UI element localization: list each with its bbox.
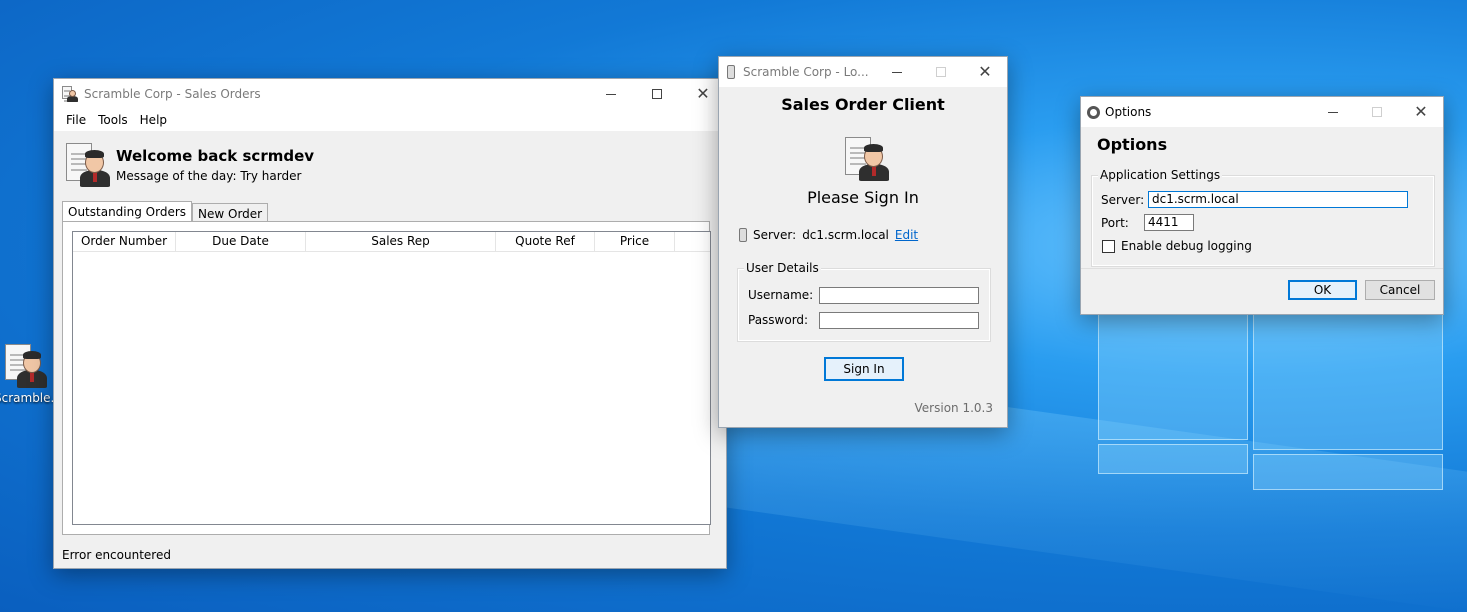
app-icon — [1, 342, 47, 388]
column-header[interactable]: Order Number — [73, 232, 176, 251]
password-label: Password: — [748, 313, 809, 327]
version-label: Version 1.0.3 — [914, 401, 993, 415]
tab-panel: Order Number Due Date Sales Rep Quote Re… — [62, 221, 711, 535]
column-header[interactable]: Due Date — [176, 232, 306, 251]
app-icon — [62, 86, 78, 102]
tab-strip: Outstanding Orders New Order — [62, 201, 269, 223]
desktop-shortcut[interactable]: Scramble... — [0, 342, 62, 405]
server-icon — [739, 228, 747, 242]
wallpaper-logo-pane — [1098, 444, 1248, 474]
group-title: User Details — [744, 261, 821, 275]
port-input[interactable]: 4411 — [1144, 214, 1194, 231]
minimize-icon — [1328, 111, 1338, 113]
message-of-the-day: Message of the day: Try harder — [116, 169, 302, 183]
window-title: Scramble Corp - Sales Orders — [84, 87, 261, 101]
server-row: Server: dc1.scrm.local Edit — [739, 228, 918, 242]
password-input[interactable] — [819, 312, 979, 329]
menu-bar: File Tools Help — [54, 109, 726, 131]
maximize-button — [919, 57, 963, 87]
debug-logging-checkbox[interactable] — [1102, 240, 1115, 253]
server-label: Server: — [753, 228, 797, 242]
options-footer: OK Cancel — [1081, 268, 1443, 314]
wallpaper-logo-pane — [1098, 300, 1248, 440]
window-title: Options — [1105, 105, 1152, 119]
title-bar[interactable]: Scramble Corp - Lo... ✕ — [719, 57, 1007, 87]
cancel-button[interactable]: Cancel — [1365, 280, 1435, 300]
minimize-button[interactable] — [588, 79, 634, 109]
server-label: Server: — [1101, 193, 1145, 207]
close-button[interactable]: ✕ — [963, 57, 1007, 87]
group-title: Application Settings — [1098, 168, 1223, 182]
minimize-icon — [606, 93, 616, 95]
app-logo-icon — [843, 135, 889, 181]
minimize-button[interactable] — [875, 57, 919, 87]
column-header[interactable]: Sales Rep — [306, 232, 496, 251]
app-small-icon — [727, 65, 735, 79]
title-bar[interactable]: Scramble Corp - Sales Orders ✕ — [54, 79, 726, 109]
close-button[interactable]: ✕ — [1399, 97, 1443, 127]
menu-help[interactable]: Help — [134, 113, 173, 127]
login-window: Scramble Corp - Lo... ✕ Sales Order Clie… — [718, 56, 1008, 428]
options-heading: Options — [1097, 135, 1168, 154]
title-bar[interactable]: Options ✕ — [1081, 97, 1443, 127]
maximize-icon — [652, 89, 662, 99]
minimize-button[interactable] — [1311, 97, 1355, 127]
status-bar: Error encountered — [62, 548, 171, 562]
options-window: Options ✕ Options Application Settings S… — [1080, 96, 1444, 315]
sign-in-prompt: Please Sign In — [807, 188, 919, 207]
server-value: dc1.scrm.local — [802, 228, 889, 242]
username-label: Username: — [748, 288, 814, 302]
ok-button[interactable]: OK — [1288, 280, 1357, 300]
maximize-icon — [936, 67, 946, 77]
welcome-heading: Welcome back scrmdev — [116, 147, 315, 165]
close-icon: ✕ — [1414, 102, 1428, 121]
sign-in-button[interactable]: Sign In — [824, 357, 904, 381]
user-details-group: User Details Username: Password: — [737, 261, 991, 342]
column-header[interactable]: Price — [595, 232, 675, 251]
list-header: Order Number Due Date Sales Rep Quote Re… — [73, 232, 710, 252]
maximize-button[interactable] — [634, 79, 680, 109]
application-settings-group: Application Settings Server: dc1.scrm.lo… — [1091, 168, 1435, 267]
tab-new-order[interactable]: New Order — [192, 203, 269, 223]
desktop-shortcut-label: Scramble... — [0, 391, 62, 405]
close-icon: ✕ — [978, 62, 992, 81]
port-label: Port: — [1101, 216, 1129, 230]
tab-outstanding-orders[interactable]: Outstanding Orders — [62, 201, 193, 223]
maximize-button — [1355, 97, 1399, 127]
menu-file[interactable]: File — [60, 113, 92, 127]
username-input[interactable] — [819, 287, 979, 304]
menu-tools[interactable]: Tools — [92, 113, 134, 127]
sales-orders-window: Scramble Corp - Sales Orders ✕ File Tool… — [53, 78, 727, 569]
orders-list[interactable]: Order Number Due Date Sales Rep Quote Re… — [72, 231, 711, 525]
maximize-icon — [1372, 107, 1382, 117]
window-title: Scramble Corp - Lo... — [743, 65, 869, 79]
user-avatar-icon — [64, 141, 110, 187]
minimize-icon — [892, 71, 902, 73]
login-heading: Sales Order Client — [781, 95, 945, 114]
edit-server-link[interactable]: Edit — [895, 228, 918, 242]
server-input[interactable]: dc1.scrm.local — [1148, 191, 1408, 208]
wallpaper-logo-pane — [1253, 454, 1443, 490]
gear-icon — [1087, 105, 1100, 119]
close-icon: ✕ — [696, 84, 710, 103]
column-header[interactable]: Quote Ref — [496, 232, 595, 251]
wallpaper-logo-pane — [1253, 300, 1443, 450]
debug-logging-label: Enable debug logging — [1121, 239, 1252, 253]
